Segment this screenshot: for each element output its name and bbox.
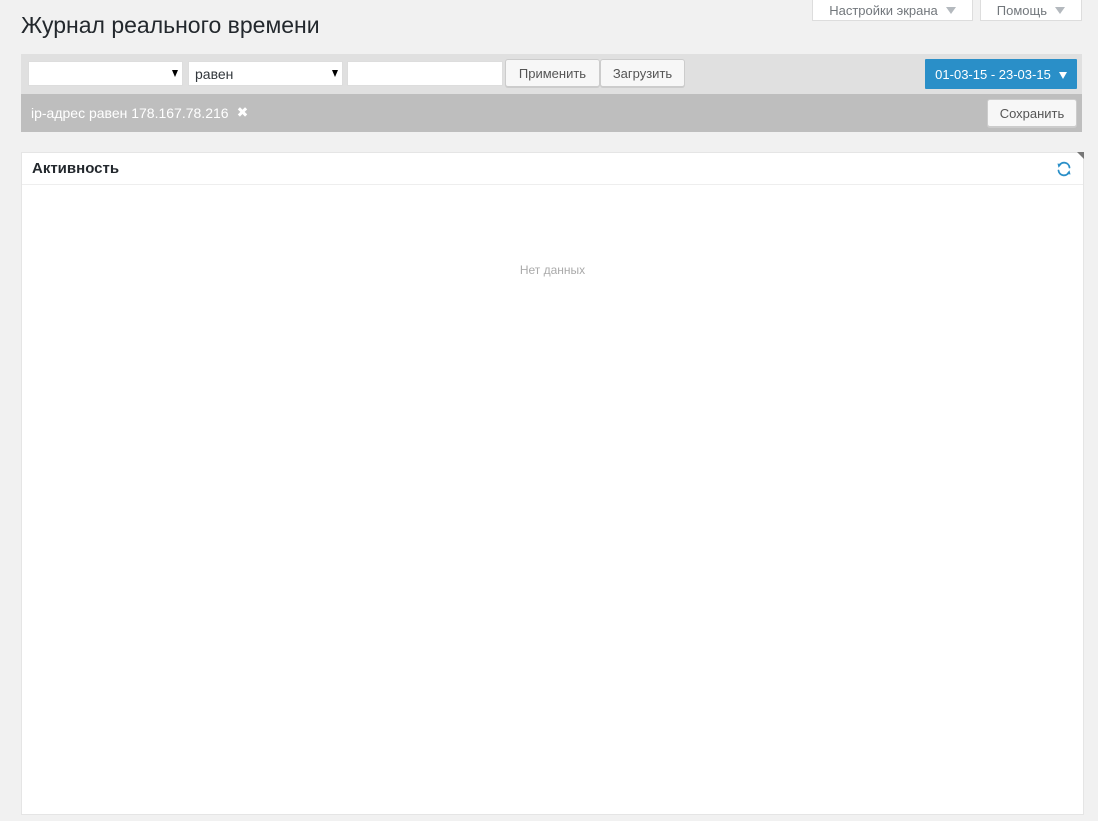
screen-options-tab[interactable]: Настройки экрана (812, 0, 973, 21)
screen-meta-links: Настройки экрана Помощь (812, 0, 1082, 21)
save-button-label: Сохранить (999, 105, 1065, 121)
active-filter-text: ip-адрес равен 178.167.78.216 (31, 104, 229, 121)
operator-select[interactable]: равен (188, 61, 343, 86)
panel-title: Активность (32, 160, 120, 177)
active-filter-bar: ip-адрес равен 178.167.78.216 ✖ Сохранит… (21, 94, 1082, 132)
activity-panel: Активность Нет данных (21, 152, 1084, 815)
help-label: Помощь (996, 2, 1047, 18)
operator-select-value: равен (195, 65, 234, 82)
empty-state-text: Нет данных (519, 263, 586, 277)
save-button[interactable]: Сохранить (987, 99, 1077, 127)
date-range-label: 01-03-15 - 23-03-15 (935, 66, 1051, 82)
load-button[interactable]: Загрузить (600, 59, 685, 87)
chevron-down-icon (945, 7, 956, 14)
field-select[interactable] (28, 61, 183, 86)
chevron-down-icon (1055, 7, 1065, 14)
apply-button[interactable]: Применить (505, 59, 600, 87)
screen-options-label: Настройки экрана (829, 2, 938, 18)
filter-value-input[interactable] (347, 61, 503, 86)
active-filter-chip: ip-адрес равен 178.167.78.216 ✖ (31, 104, 248, 121)
help-tab[interactable]: Помощь (979, 0, 1082, 21)
load-button-label: Загрузить (612, 65, 673, 81)
panel-header: Активность (22, 153, 1083, 185)
date-range-button[interactable]: 01-03-15 - 23-03-15 (925, 59, 1077, 89)
chevron-down-icon (1058, 71, 1067, 79)
chevron-down-icon (172, 70, 178, 77)
chevron-down-icon (332, 70, 338, 77)
apply-button-label: Применить (518, 65, 587, 81)
filter-toolbar: равен Применить Загрузить 01-03-15 - 23-… (21, 54, 1082, 94)
refresh-icon[interactable] (1056, 161, 1072, 177)
page-title: Журнал реального времени (21, 12, 320, 38)
close-icon[interactable]: ✖ (237, 104, 249, 121)
